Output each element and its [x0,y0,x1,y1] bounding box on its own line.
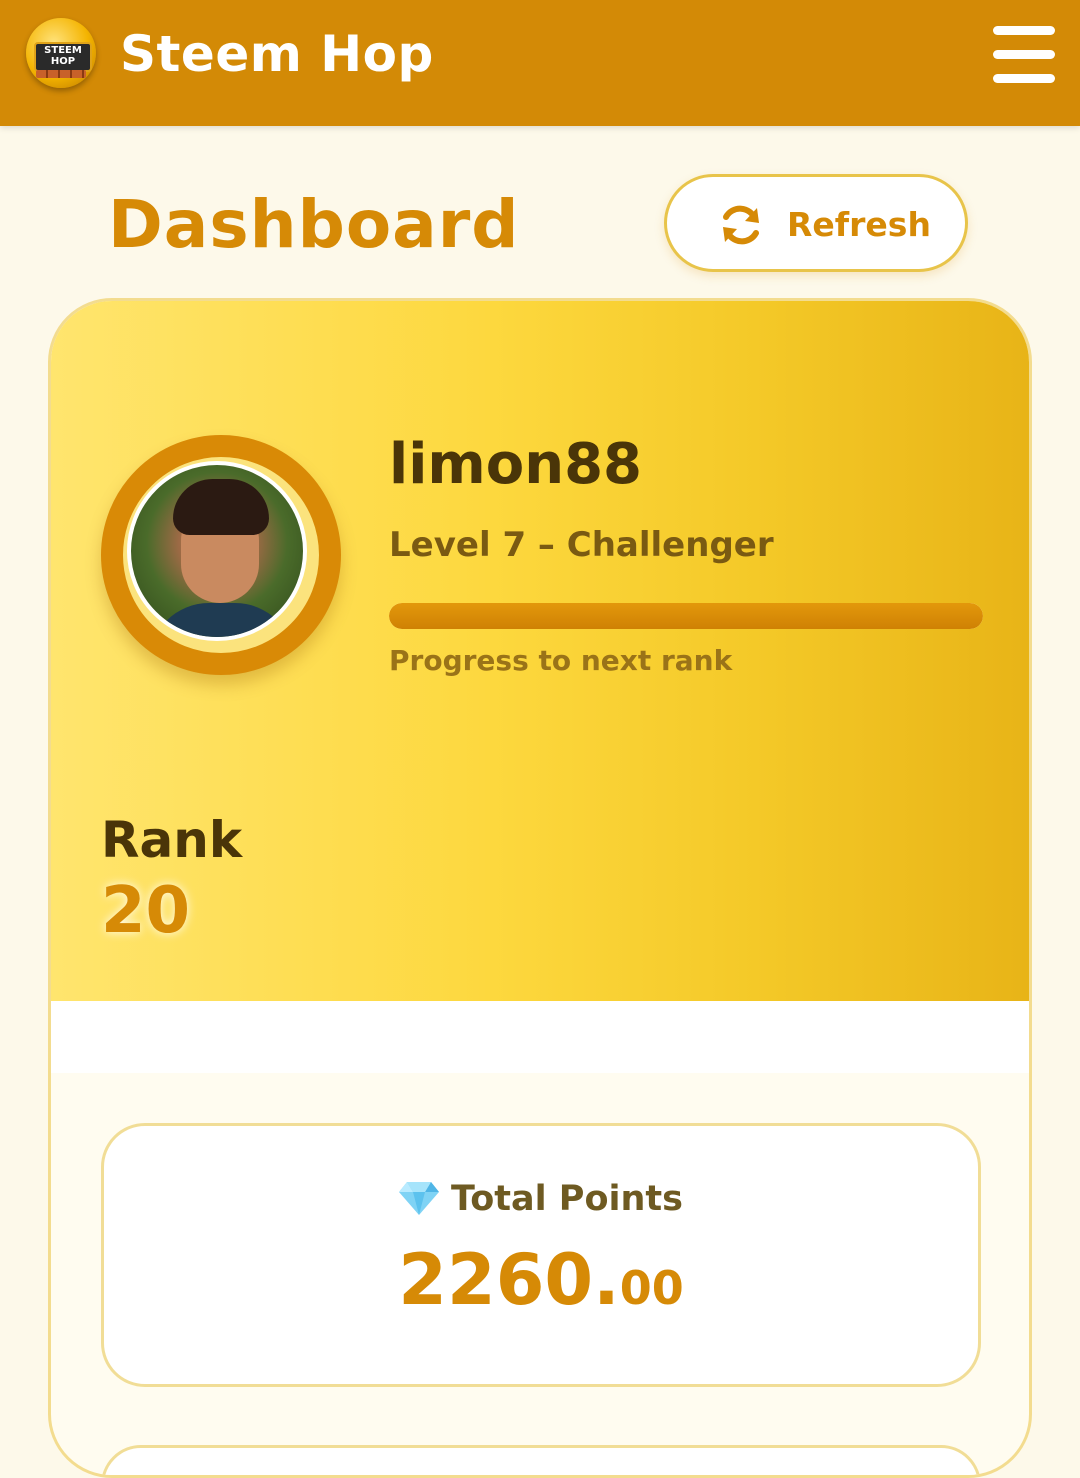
rank-value: 20 [101,874,191,948]
app-title[interactable]: Steem Hop [120,24,434,84]
logo-badge: STEEM HOP [34,42,92,72]
progress-label: Progress to next rank [389,644,733,677]
top-app-bar: STEEM HOP Steem Hop [0,0,1080,126]
gem-icon [399,1182,439,1215]
logo-bricks [36,70,86,78]
profile-card: limon88 Level 7 – Challenger Progress to… [48,298,1032,1478]
total-points-value: 2260.00 [104,1238,978,1341]
total-points-decimal: 00 [619,1261,684,1315]
menu-bar-bottom [993,74,1055,83]
username: limon88 [389,432,643,497]
total-points-label: Total Points [451,1179,683,1219]
avatar-shirt [149,603,295,637]
logo-text: STEEM HOP [44,45,82,67]
refresh-icon [723,205,759,245]
hero-divider-band [51,1001,1029,1073]
menu-bar-top [993,26,1055,35]
hamburger-menu-icon[interactable] [990,24,1056,83]
total-points-title: Total Points [104,1176,978,1222]
steem-hop-logo-icon[interactable]: STEEM HOP [26,18,96,88]
next-stat-card [101,1445,981,1475]
level-text: Level 7 – Challenger [389,525,774,565]
refresh-label: Refresh [787,205,931,244]
rank-label: Rank [101,811,243,869]
avatar-ring [101,435,341,675]
total-points-card: Total Points 2260.00 [101,1123,981,1387]
menu-bar-middle [993,50,1055,59]
page-title: Dashboard [108,186,520,263]
total-points-integer: 2260. [398,1239,620,1321]
profile-hero: limon88 Level 7 – Challenger Progress to… [51,301,1029,1001]
refresh-button[interactable]: Refresh [664,174,968,272]
rank-progress-bar [389,603,983,629]
rank-progress-fill [389,603,983,629]
avatar[interactable] [127,461,307,641]
avatar-hair [173,479,269,535]
